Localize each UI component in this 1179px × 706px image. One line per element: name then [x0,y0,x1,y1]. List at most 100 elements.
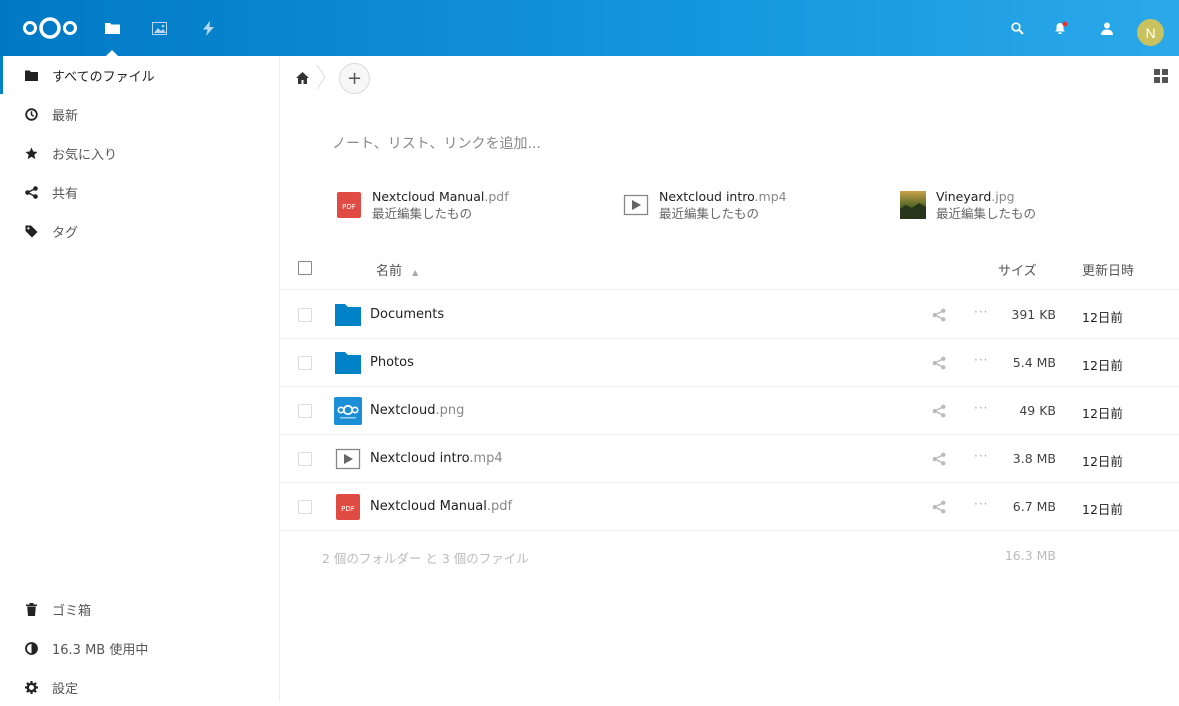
table-row[interactable]: Nextcloud.png ··· 49 KB 12日前 [280,387,1179,435]
user-avatar[interactable]: N [1137,19,1164,46]
nextcloud-image-icon [334,397,362,425]
bell-icon [1055,21,1068,34]
folder-icon [334,349,362,377]
recent-file-sub: 最近編集したもの [936,205,1037,221]
recent-file-card[interactable]: Nextcloud intro.mp4 最近編集したもの [623,187,883,223]
recent-file-card[interactable]: Vineyard.jpg 最近編集したもの [900,187,1160,223]
gallery-app-button[interactable] [137,0,181,56]
table-row[interactable]: PDF Nextcloud Manual.pdf ··· 6.7 MB 12日前 [280,483,1179,531]
nav-item-settings[interactable]: 設定 [0,668,279,706]
nav-item-tags[interactable]: タグ [0,212,279,250]
image-thumbnail [900,191,926,219]
file-name[interactable]: Nextcloud intro.mp4 [370,451,503,466]
nav-item-label: タグ [52,225,79,241]
column-name[interactable]: 名前 ▲ [376,260,418,279]
file-modified: 12日前 [1082,358,1123,373]
quota-icon [24,641,38,655]
nav-item-label: お気に入り [52,147,118,163]
file-list-summary: 2 個のフォルダー と 3 個のファイル [322,551,529,566]
share-icon[interactable] [932,356,946,370]
file-size: 3.8 MB [1012,451,1056,466]
nav-item-label: すべてのファイル [52,69,155,85]
top-header: N [0,0,1179,56]
file-name[interactable]: Nextcloud.png [370,403,464,418]
recent-file-sub: 最近編集したもの [659,205,760,221]
recent-file-sub: 最近編集したもの [372,205,473,221]
new-file-button[interactable]: + [339,63,370,94]
nav-item-label: 共有 [52,186,79,202]
rich-workspace-placeholder[interactable]: ノート、リスト、リンクを追加... [332,133,541,153]
gallery-icon [151,21,167,35]
pdf-icon: PDF [334,493,362,521]
table-row[interactable]: Photos ··· 5.4 MB 12日前 [280,339,1179,387]
folder-icon [24,68,38,82]
file-name[interactable]: Nextcloud Manual.pdf [370,499,512,514]
file-modified: 12日前 [1082,406,1123,421]
sort-asc-icon: ▲ [412,268,419,277]
row-checkbox[interactable] [298,404,312,418]
activity-icon [202,20,214,36]
file-size: 5.4 MB [1012,355,1056,370]
pdf-icon: PDF [337,192,361,218]
recent-file-name: Nextcloud intro.mp4 [659,188,787,204]
nav-item-label: 最新 [52,108,79,124]
select-all-checkbox[interactable] [298,261,312,275]
nav-item-favorites[interactable]: お気に入り [0,134,279,172]
files-app-button[interactable] [90,0,134,56]
app-content: + ノート、リスト、リンクを追加... PDF Nextcloud Manual… [280,56,1179,702]
file-modified: 12日前 [1082,502,1123,517]
app-navigation: すべてのファイル 最新 お気に入り 共有 タグ ゴミ箱 16.3 MB 使用中 … [0,56,280,702]
clock-icon [24,107,38,121]
table-row[interactable]: Nextcloud intro.mp4 ··· 3.8 MB 12日前 [280,435,1179,483]
nav-item-recent[interactable]: 最新 [0,95,279,133]
video-icon [623,194,649,216]
file-list-total-size: 16.3 MB [1004,548,1056,563]
files-icon [104,23,120,34]
contacts-icon [1101,22,1113,35]
tag-icon [24,224,38,238]
table-row[interactable]: Documents ··· 391 KB 12日前 [280,291,1179,339]
file-name[interactable]: Documents [370,307,444,322]
contacts-button[interactable] [1089,0,1125,56]
share-icon[interactable] [932,500,946,514]
nav-item-shared[interactable]: 共有 [0,173,279,211]
file-name[interactable]: Photos [370,355,414,370]
video-icon [334,445,362,473]
row-checkbox[interactable] [298,500,312,514]
svg-text:PDF: PDF [342,203,356,211]
activity-app-button[interactable] [186,0,230,56]
nextcloud-logo[interactable] [22,16,78,40]
search-button[interactable] [999,0,1035,56]
file-size: 391 KB [1011,307,1056,322]
nav-item-label: ゴミ箱 [52,603,92,619]
search-icon [1010,21,1024,35]
breadcrumb-separator-icon [316,64,326,90]
share-icon [24,185,38,199]
recent-file-card[interactable]: PDF Nextcloud Manual.pdf 最近編集したもの [336,187,596,223]
share-icon[interactable] [932,452,946,466]
row-checkbox[interactable] [298,452,312,466]
nav-item-trash[interactable]: ゴミ箱 [0,590,279,628]
row-checkbox[interactable] [298,356,312,370]
file-list-header: 名前 ▲ サイズ 更新日時 [280,246,1179,290]
file-size: 6.7 MB [1012,499,1056,514]
recent-file-name: Vineyard.jpg [936,188,1015,204]
nav-item-all-files[interactable]: すべてのファイル [0,56,279,94]
home-icon [295,72,309,84]
share-icon[interactable] [932,308,946,322]
gear-icon [24,680,38,694]
svg-text:PDF: PDF [341,505,355,513]
recent-file-name: Nextcloud Manual.pdf [372,188,509,204]
breadcrumb-home[interactable] [292,68,312,88]
file-size: 49 KB [1019,403,1056,418]
notifications-button[interactable] [1043,0,1079,56]
column-modified[interactable]: 更新日時 [1082,260,1134,279]
grid-view-icon[interactable] [1154,69,1168,83]
column-size[interactable]: サイズ [998,260,1037,279]
row-checkbox[interactable] [298,308,312,322]
trash-icon [24,602,38,616]
nav-item-label: 設定 [52,681,79,697]
folder-icon [334,301,362,329]
quota-label: 16.3 MB 使用中 [52,642,149,658]
share-icon[interactable] [932,404,946,418]
